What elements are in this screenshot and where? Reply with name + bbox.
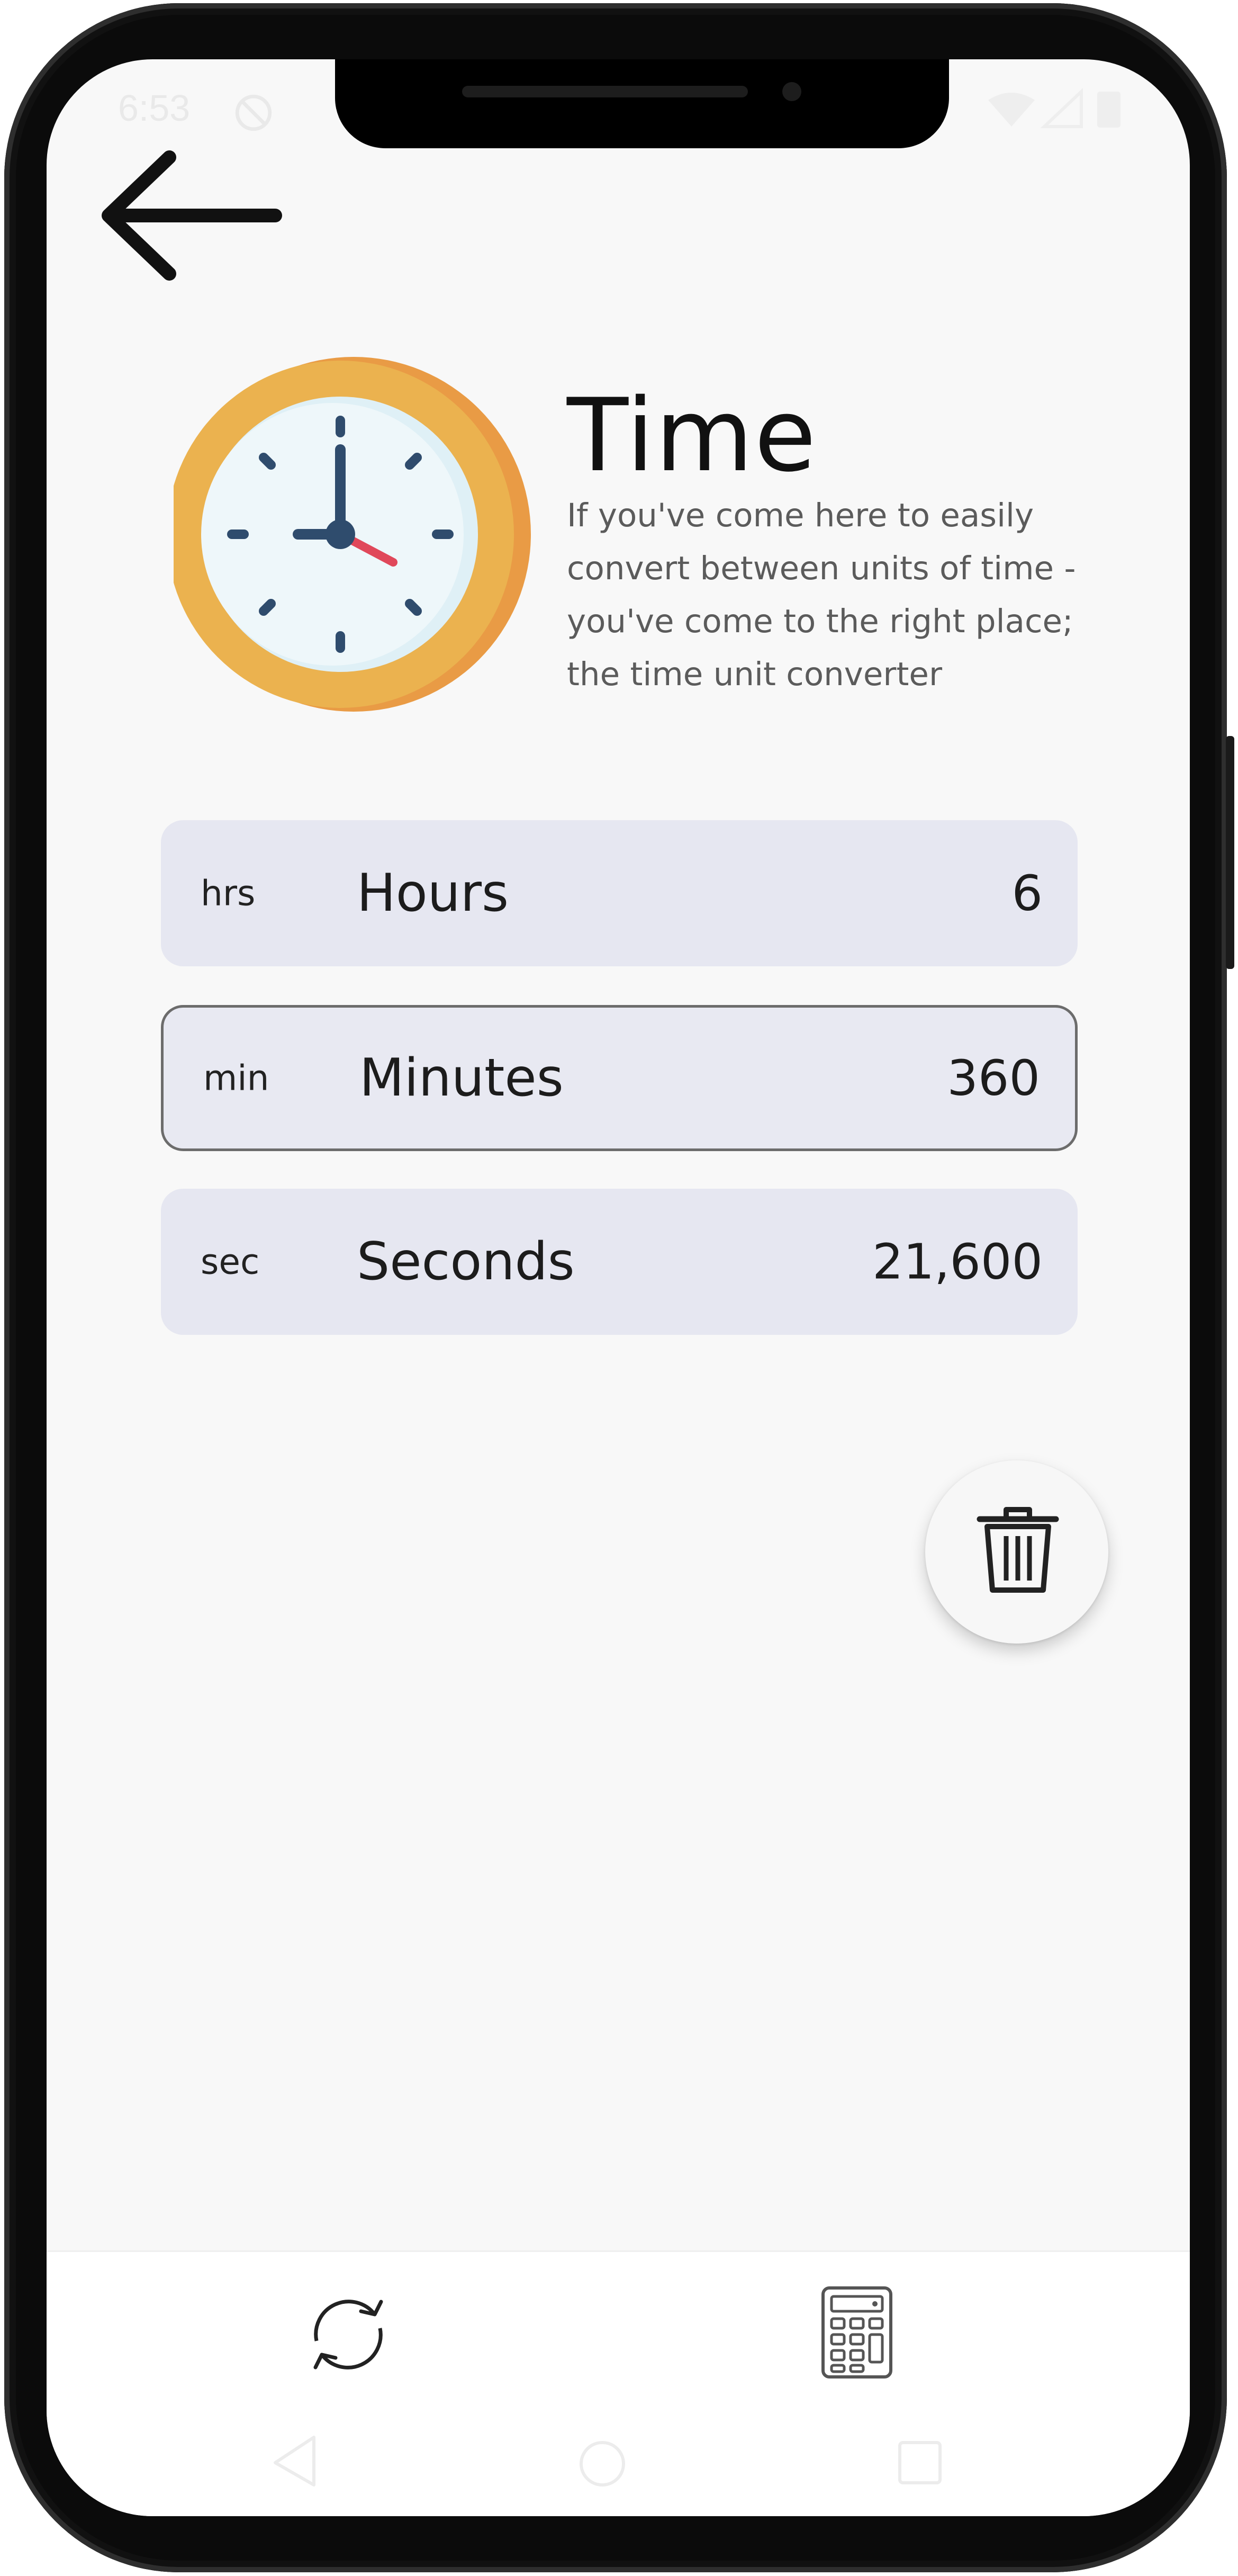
front-camera: [782, 82, 801, 101]
trash-icon: [977, 1507, 1059, 1593]
back-arrow-icon[interactable]: [95, 136, 286, 295]
battery-icon: [1097, 92, 1120, 128]
calculator-icon[interactable]: [801, 2282, 907, 2387]
unit-row-hours[interactable]: hrs Hours 6: [161, 820, 1078, 966]
status-time: 6:53: [118, 87, 191, 129]
clear-button[interactable]: [925, 1460, 1108, 1644]
unit-row-seconds[interactable]: sec Seconds 21,600: [161, 1189, 1078, 1335]
phone-side-button: [1226, 736, 1234, 969]
unit-name: Seconds: [357, 1232, 575, 1292]
unit-value-field[interactable]: 6: [1011, 865, 1043, 922]
app-screen: 6:53 Time If you've come here to easily …: [47, 59, 1190, 2516]
page-title: Time: [567, 377, 817, 494]
unit-name: Hours: [357, 863, 509, 923]
unit-abbreviation: min: [203, 1057, 269, 1099]
unit-abbreviation: hrs: [201, 873, 256, 914]
unit-abbreviation: sec: [201, 1241, 260, 1282]
clock-icon: [174, 357, 531, 712]
unit-value-field[interactable]: 360: [947, 1050, 1040, 1107]
status-icons: [988, 88, 1120, 128]
unit-value-field[interactable]: 21,600: [872, 1234, 1043, 1290]
bottom-navigation: [47, 2250, 1190, 2516]
wifi-icon: [988, 93, 1035, 127]
page-description: If you've come here to easily convert be…: [567, 497, 1076, 693]
unit-name: Minutes: [359, 1048, 564, 1108]
earpiece: [462, 86, 748, 97]
camera-notch: [335, 59, 949, 148]
system-recents-icon[interactable]: [893, 2436, 946, 2489]
system-home-icon[interactable]: [576, 2437, 629, 2490]
unit-row-minutes[interactable]: min Minutes 360: [161, 1005, 1078, 1151]
convert-icon[interactable]: [295, 2282, 401, 2387]
do-not-disturb-icon: [235, 94, 272, 131]
signal-icon: [1040, 88, 1083, 128]
system-back-icon[interactable]: [269, 2432, 322, 2490]
